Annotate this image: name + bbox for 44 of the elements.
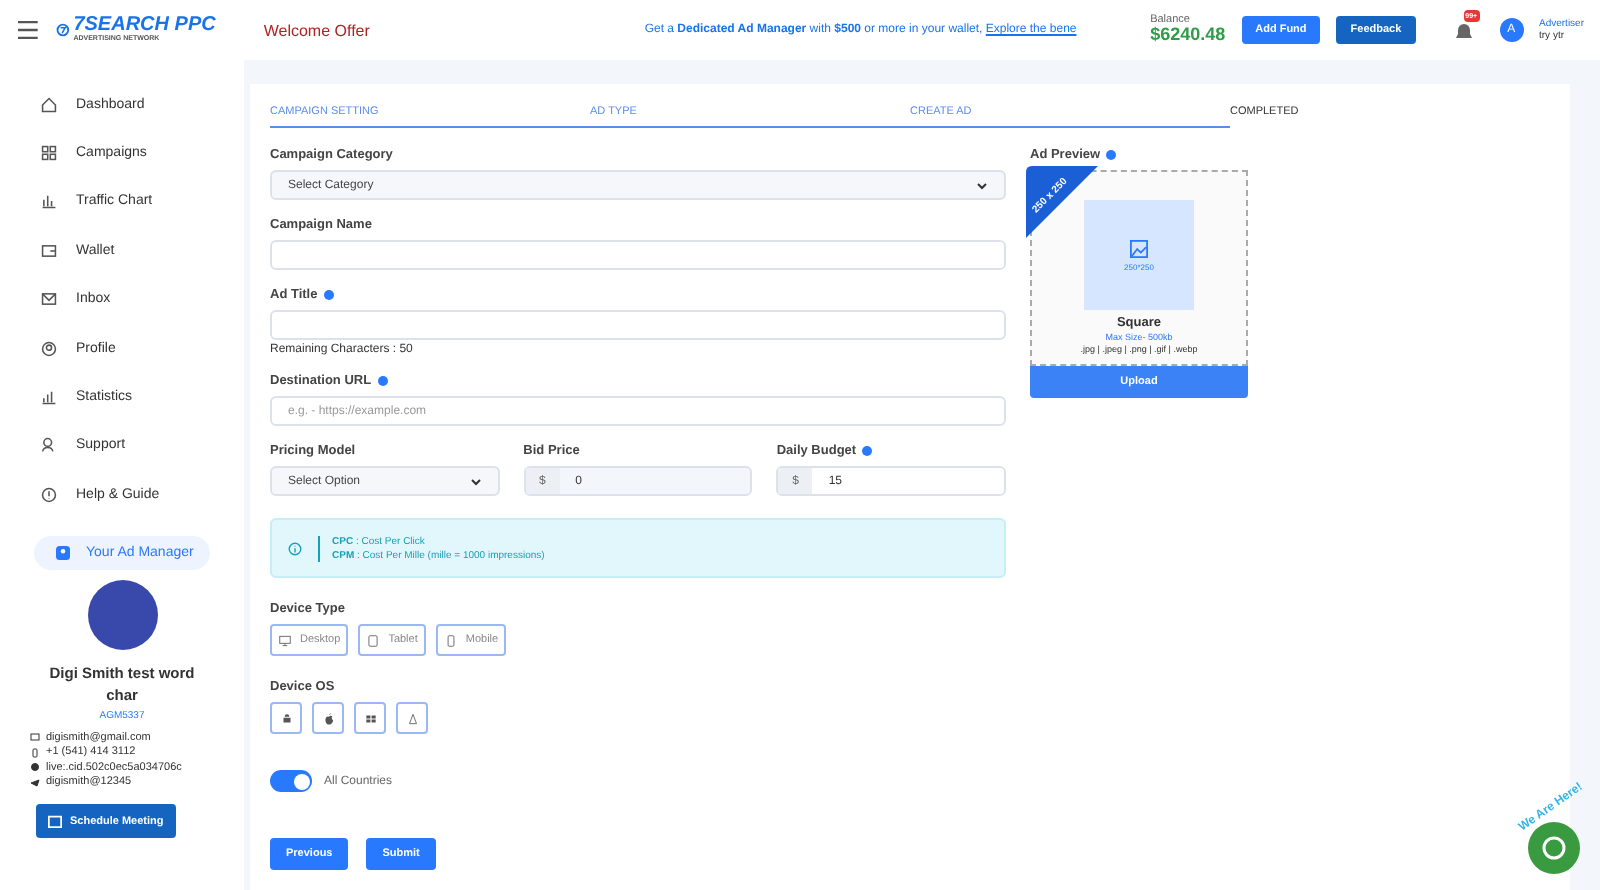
triangle-icon <box>405 711 419 725</box>
info-icon[interactable] <box>377 376 388 386</box>
wallet-icon[interactable] <box>40 241 58 260</box>
os-button[interactable] <box>354 702 386 734</box>
photo-placeholder <box>87 579 157 650</box>
bell-icon[interactable] <box>1451 20 1476 44</box>
calendar-icon <box>48 814 62 829</box>
tablet-icon <box>366 633 381 647</box>
countries-toggle[interactable] <box>270 770 312 792</box>
windows-icon <box>363 711 377 725</box>
phone-icon <box>443 633 458 647</box>
info-icon[interactable] <box>1106 150 1117 160</box>
user-circle-icon[interactable] <box>40 339 58 358</box>
caret-icon <box>469 477 482 485</box>
os-button[interactable] <box>312 702 344 734</box>
campaign-name-field[interactable] <box>270 240 1006 270</box>
caret-icon <box>976 181 988 189</box>
ad-title-field[interactable] <box>270 310 1006 340</box>
help-icon[interactable] <box>40 485 58 504</box>
welcome-offer: Welcome Offer <box>263 21 372 39</box>
apple-icon <box>321 711 335 725</box>
chat-icon <box>1540 834 1568 862</box>
envelope-icon[interactable] <box>40 290 58 309</box>
os-button[interactable] <box>270 702 302 734</box>
bar-chart-icon[interactable] <box>40 192 58 211</box>
logo-title: 7SEARCH PPC <box>73 16 216 37</box>
house-icon[interactable] <box>40 95 58 114</box>
android-icon <box>279 711 293 725</box>
email-icon <box>30 732 40 743</box>
grid-icon[interactable] <box>40 144 58 163</box>
monitor-icon <box>278 633 292 647</box>
info-icon <box>288 541 302 555</box>
info-icon[interactable] <box>862 446 873 456</box>
menu-icon[interactable] <box>16 20 40 40</box>
balance-value: $6240.48 <box>1150 26 1226 46</box>
ribbon-background <box>1026 166 1098 238</box>
user-badge-icon <box>56 545 70 560</box>
telegram-icon <box>30 777 40 788</box>
image-icon <box>1130 239 1148 257</box>
phone-icon <box>30 747 40 758</box>
info-icon[interactable] <box>323 290 334 300</box>
person-icon[interactable] <box>40 436 58 455</box>
skype-icon <box>30 762 40 773</box>
bar-chart-icon[interactable] <box>40 388 58 407</box>
